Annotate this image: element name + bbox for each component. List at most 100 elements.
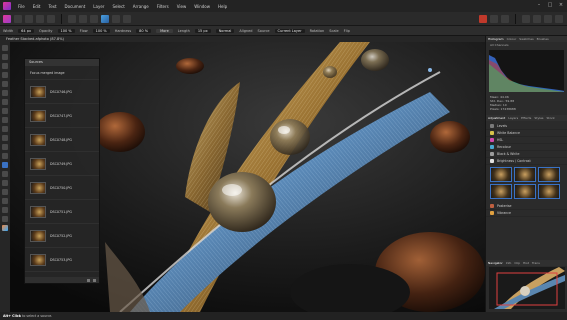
adjustment-posterise[interactable]: Posterise [486,203,567,210]
preset-dusk[interactable] [514,167,536,182]
menu-document[interactable]: Document [61,4,90,9]
auto-icon[interactable] [123,14,131,23]
source-item[interactable]: DSC0750.JPG [25,176,99,200]
source-item[interactable]: DSC0748.JPG [25,128,99,152]
menu-file[interactable]: File [14,4,29,9]
more-button[interactable]: More [156,28,173,33]
develop-persona-icon[interactable] [25,14,33,23]
source-item[interactable]: Focus merged image [25,66,99,80]
tab-hist[interactable]: Hist [523,261,529,265]
blemish-remover-icon[interactable] [2,171,8,177]
source-select[interactable]: Current Layer [274,28,305,33]
tab-swatches[interactable]: Swatches [519,37,533,41]
tone-map-persona-icon[interactable] [36,14,44,23]
channel-select[interactable]: All Channels [486,42,567,48]
dodge-brush-icon[interactable] [2,153,8,159]
preset-tint[interactable] [490,184,512,199]
photo-persona-icon[interactable] [3,14,11,23]
tab-trans[interactable]: Trans [532,261,540,265]
navigator-preview[interactable] [489,267,565,309]
paint-brush-icon[interactable] [2,117,8,123]
menu-text[interactable]: Text [44,4,60,9]
assistant-icon[interactable] [533,14,541,23]
menu-help[interactable]: Help [214,4,231,9]
minimize-icon[interactable]: – [536,2,542,8]
tab-colour[interactable]: Colour [507,37,517,41]
tab-brushes[interactable]: Brushes [537,37,549,41]
preset-increased-contrast[interactable] [538,184,560,199]
export-persona-icon[interactable] [47,14,55,23]
colour-swatch-icon[interactable] [2,225,8,231]
tab-info[interactable]: Info [506,261,512,265]
source-item[interactable]: DSC0751.JPG [25,200,99,224]
selection-brush-icon[interactable] [2,72,8,78]
levels-icon[interactable] [90,14,98,23]
view-tool-icon[interactable] [2,54,8,60]
adjustment-levels[interactable]: Levels [486,123,567,130]
view-mode-icon[interactable] [544,14,552,23]
flow-field[interactable]: 100 % [92,28,110,33]
menu-filters[interactable]: Filters [153,4,173,9]
red-eye-icon[interactable] [2,189,8,195]
menu-arrange[interactable]: Arrange [129,4,153,9]
text-tool-icon[interactable] [2,216,8,222]
add-source-icon[interactable] [87,278,90,282]
hardness-field[interactable]: 80 % [136,28,152,33]
tab-layers[interactable]: Layers [508,116,518,120]
delete-source-icon[interactable] [93,278,96,282]
preset-dark[interactable] [514,184,536,199]
source-item[interactable]: DSC0749.JPG [25,152,99,176]
liquify-persona-icon[interactable] [14,14,22,23]
colour-icon[interactable] [101,14,109,23]
crop-tool-icon[interactable] [2,63,8,69]
source-item[interactable]: DSC0746.JPG [25,80,99,104]
opacity-field[interactable]: 100 % [57,28,75,33]
fill-tool-icon[interactable] [2,135,8,141]
erase-brush-icon[interactable] [2,126,8,132]
tab-navigator[interactable]: Navigator [488,261,503,265]
move-tool-icon[interactable] [2,45,8,51]
tab-adjustment[interactable]: Adjustment [488,116,505,120]
snapping-icon[interactable] [522,14,530,23]
flood-select-icon[interactable] [2,81,8,87]
adjustment-white-balance[interactable]: White Balance [486,130,567,137]
tab-histogram[interactable]: Histogram [488,37,504,41]
adjustment-hsl[interactable]: HSL [486,137,567,144]
adjustment-vibrance[interactable]: Vibrance [486,210,567,217]
tab-clip[interactable]: Clip [514,261,520,265]
arrange-icon[interactable] [501,14,509,23]
tab-effects[interactable]: Effects [521,116,531,120]
width-field[interactable]: 64 px [18,28,35,33]
tab-styles[interactable]: Styles [534,116,543,120]
menu-select[interactable]: Select [108,4,128,9]
menu-layer[interactable]: Layer [89,4,108,9]
source-item[interactable]: DSC0752.JPG [25,224,99,248]
source-item[interactable]: DSC0747.JPG [25,104,99,128]
pen-tool-icon[interactable] [2,198,8,204]
adjustment-brightness-contrast[interactable]: Brightness / Contrast [486,158,567,165]
adjustment-recolour[interactable]: Recolour [486,144,567,151]
menu-view[interactable]: View [173,4,191,9]
quick-mask-icon[interactable] [479,14,487,23]
menu-window[interactable]: Window [190,4,214,9]
inpainting-brush-icon[interactable] [2,180,8,186]
blend-mode-select[interactable]: Normal [215,28,235,33]
curves-icon[interactable] [112,14,120,23]
adjustment-black-white[interactable]: Black & White [486,151,567,158]
clone-brush-icon[interactable] [2,162,8,168]
tab-stock[interactable]: Stock [546,116,554,120]
redo-icon[interactable] [79,14,87,23]
close-icon[interactable]: × [558,2,564,8]
gradient-tool-icon[interactable] [2,144,8,150]
undo-icon[interactable] [68,14,76,23]
colour-picker-icon[interactable] [2,108,8,114]
studio-icon[interactable] [555,14,563,23]
maximize-icon[interactable]: □ [547,2,553,8]
selection-icon[interactable] [490,14,498,23]
menu-edit[interactable]: Edit [29,4,45,9]
preset-autumn[interactable] [538,167,560,182]
marquee-tool-icon[interactable] [2,90,8,96]
shape-tool-icon[interactable] [2,207,8,213]
freehand-select-icon[interactable] [2,99,8,105]
length-field[interactable]: 15 px [194,28,211,33]
